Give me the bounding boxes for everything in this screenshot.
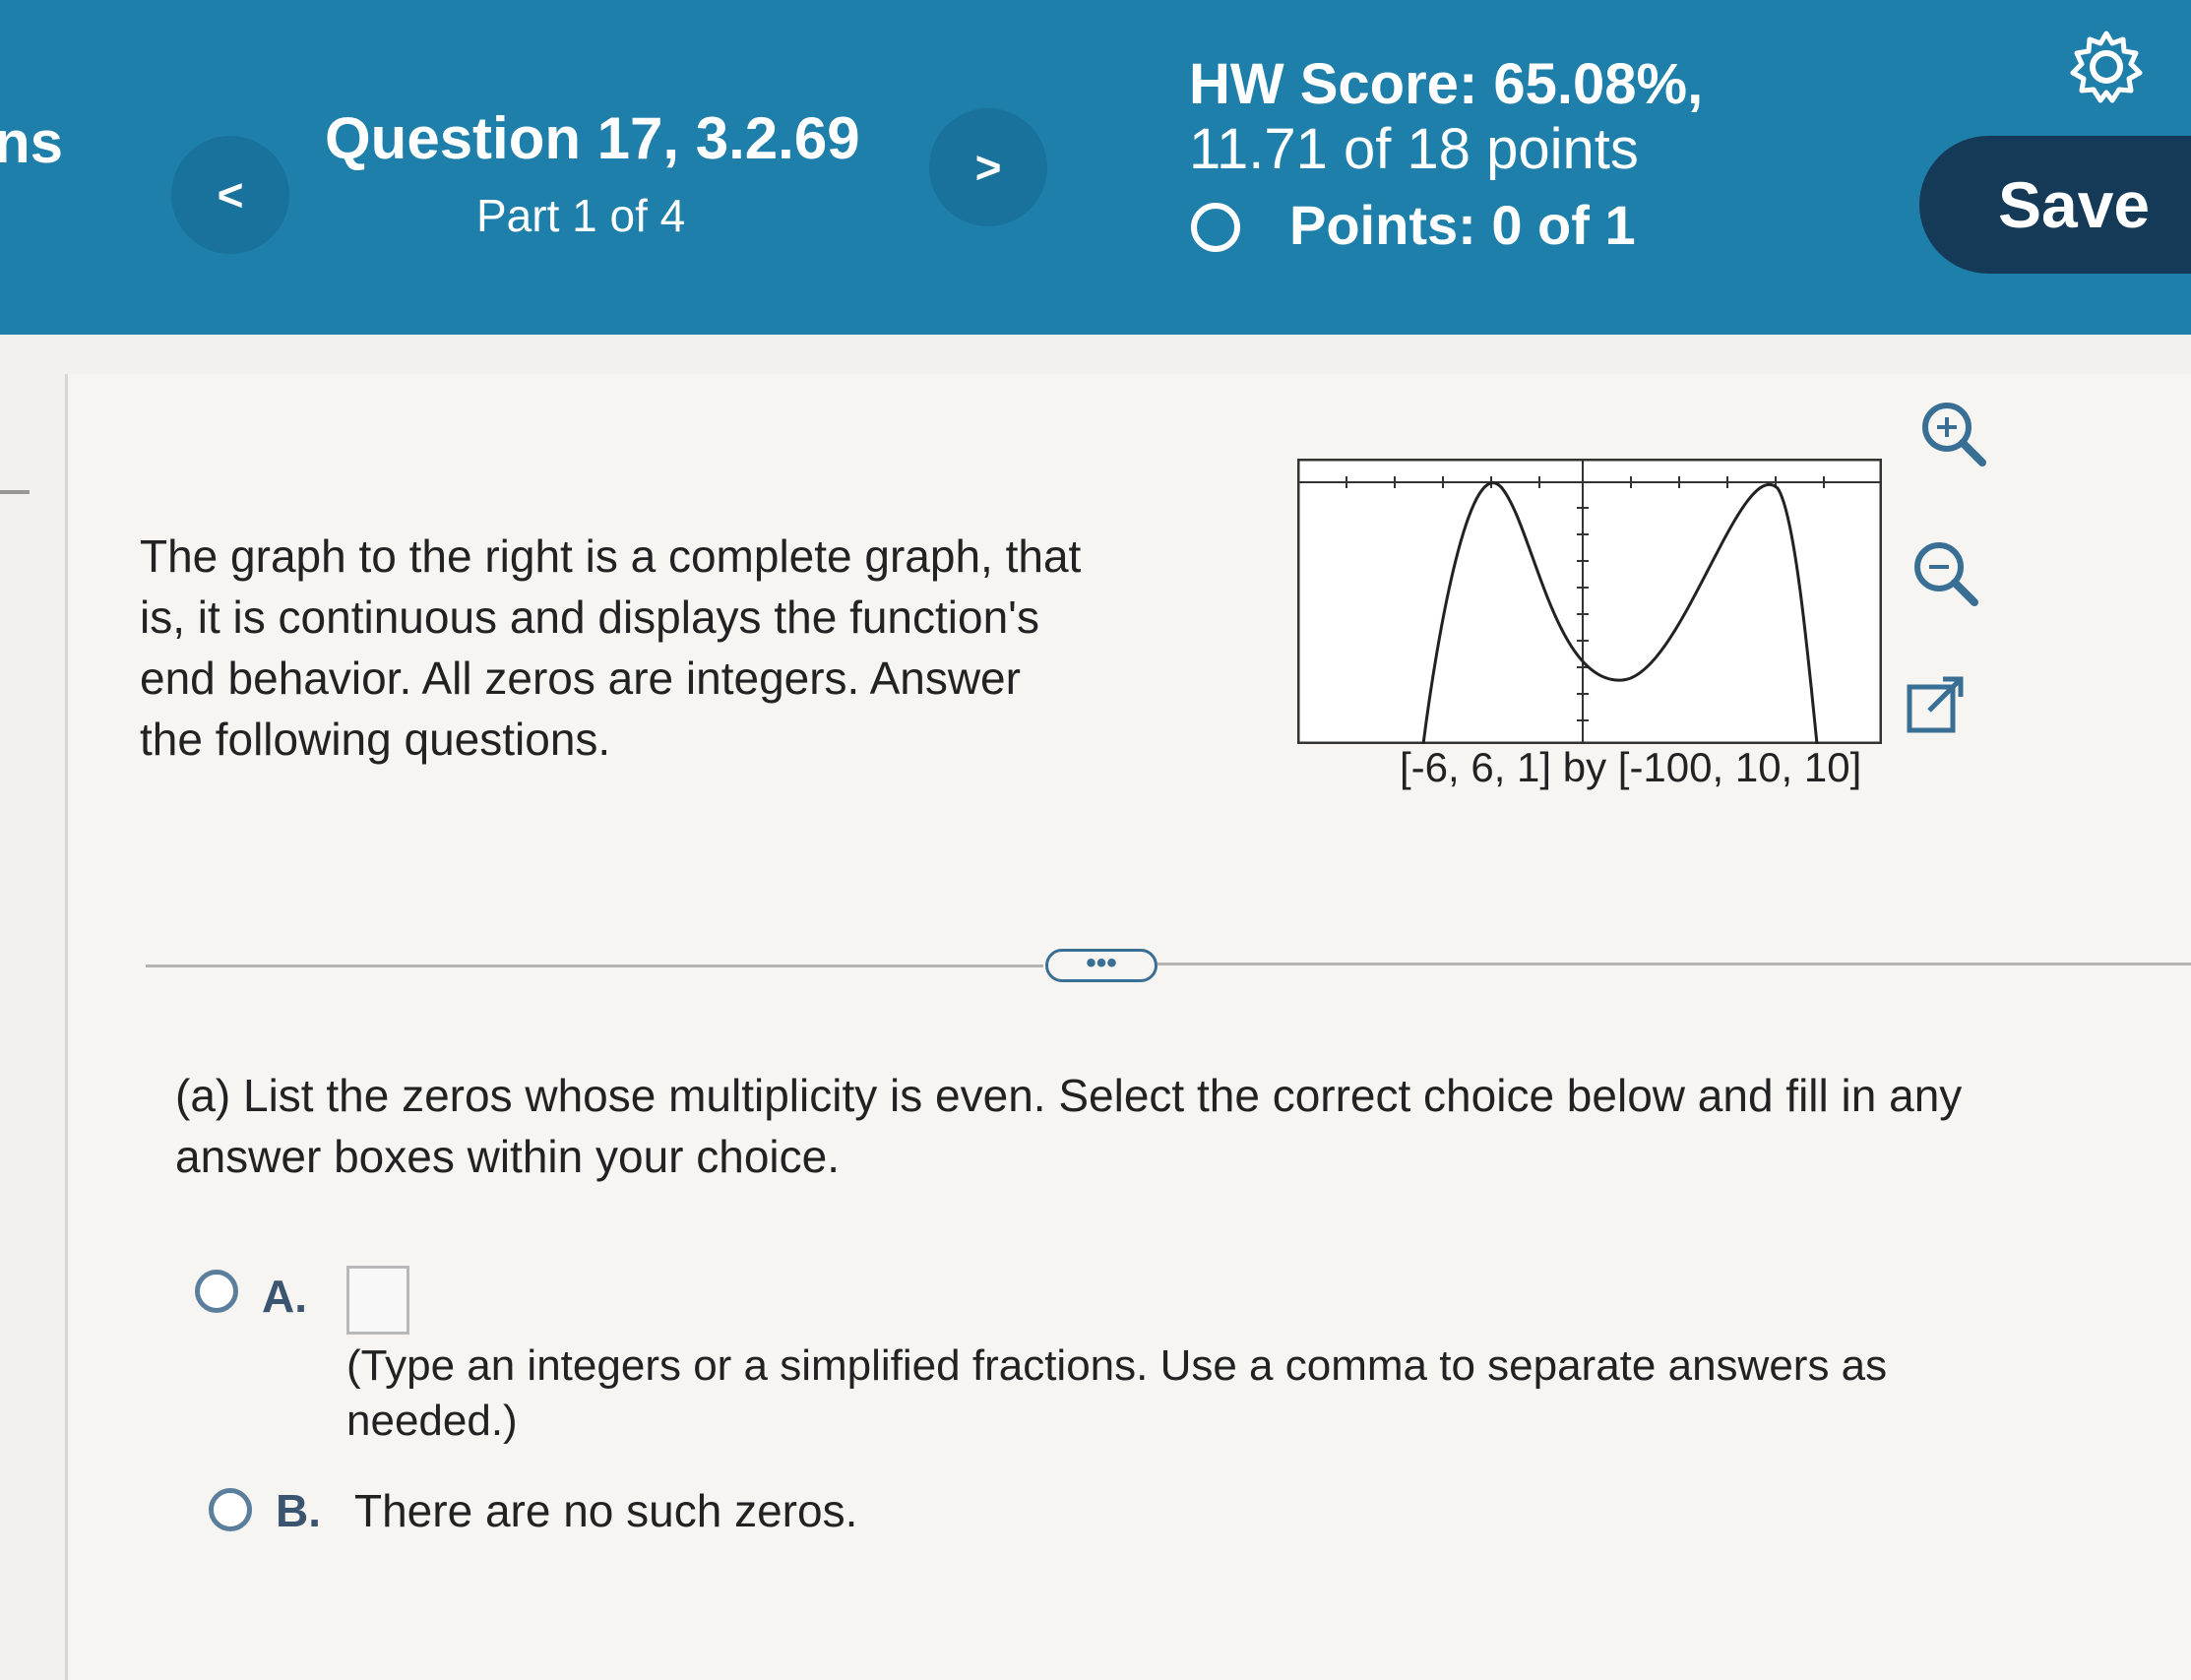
function-graph[interactable] (1297, 459, 1882, 744)
hw-score: HW Score: 65.08%, (1189, 52, 1704, 116)
part-a-prompt: (a) List the zeros whose multiplicity is… (175, 1070, 1963, 1182)
zoom-in-icon[interactable] (1917, 398, 1988, 468)
option-a-radio[interactable] (195, 1270, 238, 1313)
question-points: Points: 0 of 1 (1289, 194, 1636, 256)
save-button[interactable]: Save (1919, 136, 2191, 274)
previous-question-button[interactable]: < (171, 136, 289, 254)
chevron-left-icon: < (217, 169, 244, 220)
zoom-out-icon[interactable] (1909, 537, 1980, 608)
question-title: Question 17, 3.2.69 (325, 105, 860, 171)
option-a-answer-box[interactable] (346, 1266, 409, 1335)
problem-statement: The graph to the right is a complete gra… (140, 530, 1082, 765)
open-external-icon[interactable] (1900, 669, 1971, 740)
points-status-icon (1191, 203, 1240, 252)
gear-icon[interactable] (2067, 28, 2146, 106)
graph-window-caption: [-6, 6, 1] by [-100, 10, 10] (1400, 744, 1862, 790)
option-b-text[interactable]: There are no such zeros. (354, 1484, 857, 1537)
section-divider (1158, 963, 2191, 965)
section-divider (146, 964, 1043, 967)
hw-points: 11.71 of 18 points (1189, 117, 1639, 181)
question-part: Part 1 of 4 (476, 190, 686, 241)
next-question-button[interactable]: > (929, 108, 1047, 226)
sidebar-collapsed-label[interactable]: ns (0, 108, 63, 177)
option-b-label[interactable]: B. (276, 1484, 321, 1537)
chevron-right-icon: > (974, 142, 1002, 193)
sidebar-divider (0, 490, 30, 494)
option-a-hint: (Type an integers or a simplified fracti… (346, 1341, 1888, 1445)
option-b-radio[interactable] (209, 1488, 252, 1531)
option-a-label[interactable]: A. (262, 1270, 307, 1323)
header-bar: ns < Question 17, 3.2.69 Part 1 of 4 > H… (0, 0, 2191, 335)
expand-more-button[interactable]: ••• (1045, 949, 1158, 982)
